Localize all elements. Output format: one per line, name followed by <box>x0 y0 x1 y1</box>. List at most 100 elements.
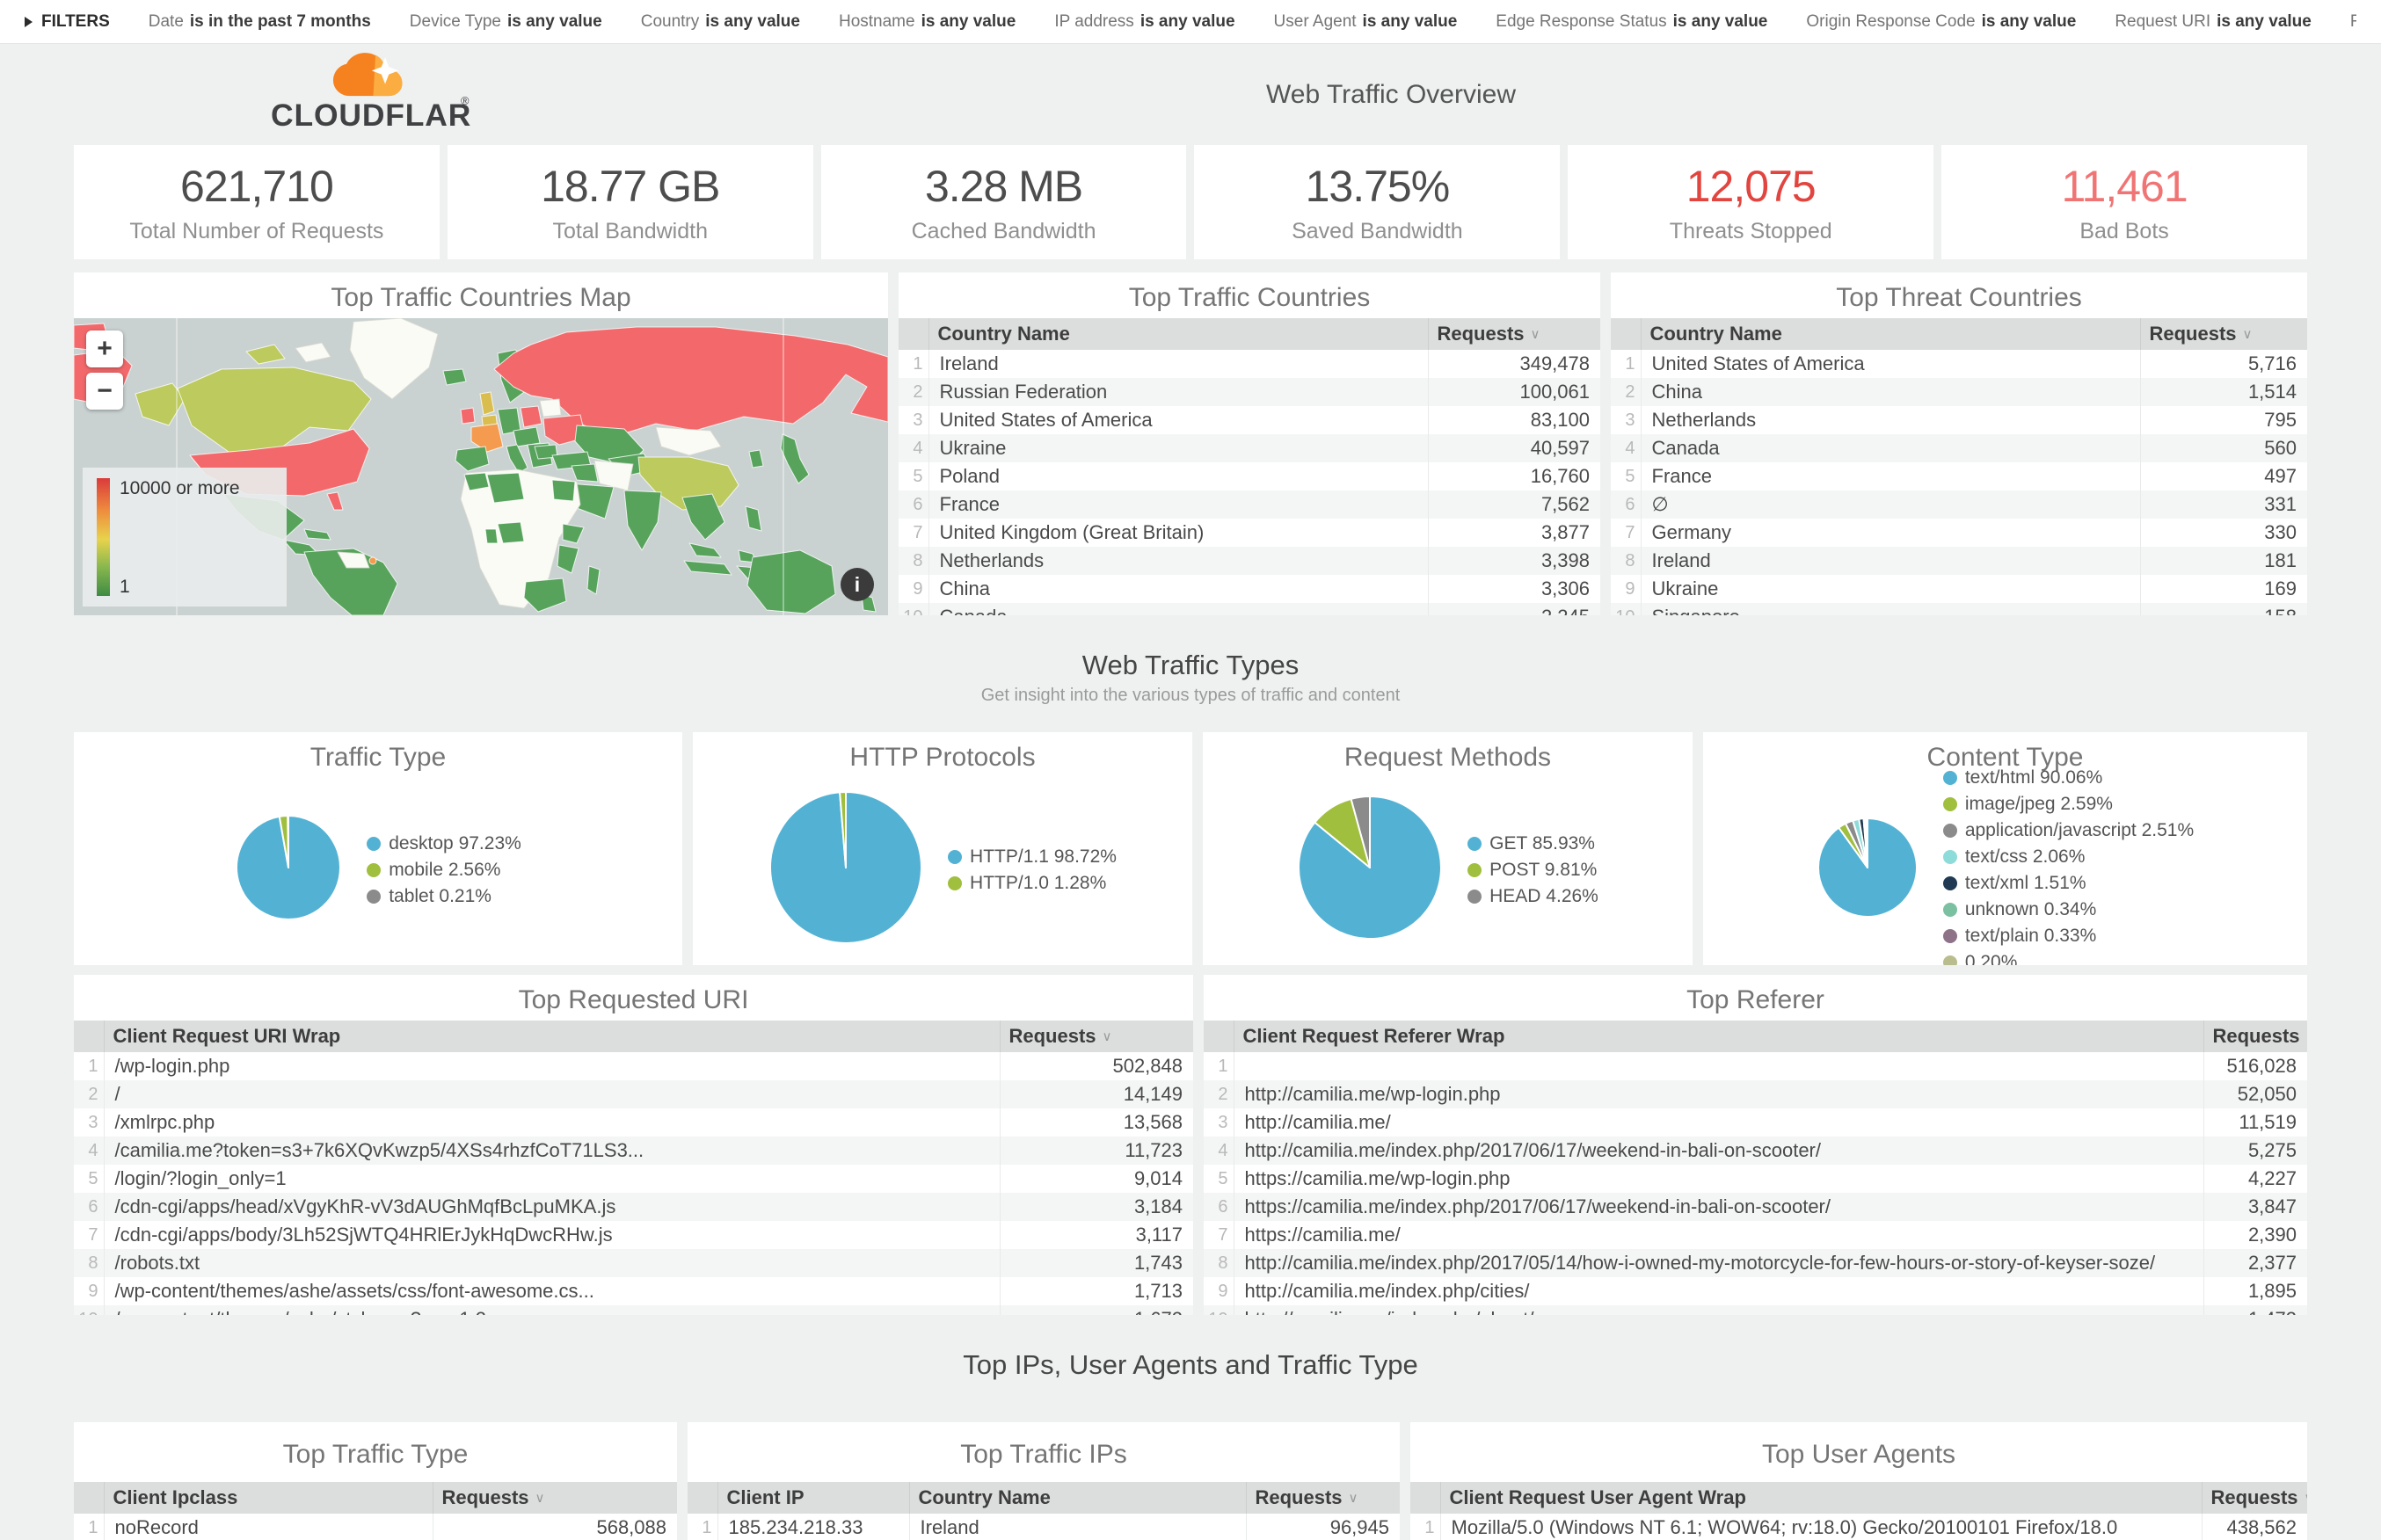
column-header-requests[interactable]: Requests∨ <box>1000 1021 1193 1052</box>
http-protocols-pie-card: HTTP Protocols HTTP/1.1 98.72%HTTP/1.0 1… <box>693 732 1192 965</box>
legend-label: tablet 0.21% <box>389 885 491 907</box>
legend-item: image/jpeg 2.59% <box>1943 793 2194 815</box>
filter-item[interactable]: Countryis any value <box>641 12 800 32</box>
cell: 795 <box>2140 406 2307 434</box>
pie-chart-svg <box>1817 817 1919 919</box>
cell: /xmlrpc.php <box>104 1108 1000 1137</box>
row-index: 2 <box>1204 1080 1234 1108</box>
corner-cell <box>688 1482 717 1514</box>
filter-item[interactable]: RayIDis any value <box>2350 12 2356 32</box>
filter-value: is any value <box>2217 12 2312 31</box>
filter-item[interactable]: IP addressis any value <box>1054 12 1234 32</box>
data-table: Client IPCountry NameRequests∨1185.234.2… <box>688 1482 1400 1540</box>
zoom-out-button[interactable]: − <box>86 373 123 410</box>
column-header-requests[interactable]: Requests∨ <box>2203 1021 2307 1052</box>
column-header-requests[interactable]: Requests∨ <box>2140 318 2307 350</box>
legend-dot-icon <box>1943 903 1957 917</box>
cell: 1,672 <box>1000 1305 1193 1315</box>
cell: /cdn-cgi/apps/head/xVgyKhR-vV3dAUGhMqfBc… <box>104 1193 1000 1221</box>
column-header-client-ipclass: Client Ipclass <box>104 1482 433 1514</box>
table-row: 8http://camilia.me/index.php/2017/05/14/… <box>1204 1249 2307 1277</box>
cell: China <box>928 575 1428 603</box>
info-icon[interactable]: i <box>841 568 874 601</box>
table-header-row: Client IPCountry NameRequests∨ <box>688 1482 1400 1514</box>
cell: http://camilia.me/index.php/2017/05/14/h… <box>1234 1249 2203 1277</box>
top-traffic-ips-table: Client IPCountry NameRequests∨1185.234.2… <box>688 1482 1400 1540</box>
cell: 3,184 <box>1000 1193 1193 1221</box>
content-type-pie-chart <box>1817 817 1919 923</box>
table-row: 8Ireland181 <box>1611 547 2307 575</box>
filter-item[interactable]: Dateis in the past 7 months <box>149 12 371 32</box>
table-row: 3United States of America83,100 <box>899 406 1600 434</box>
table-row: 6/cdn-cgi/apps/head/xVgyKhR-vV3dAUGhMqfB… <box>74 1193 1193 1221</box>
traffic-map-card: Top Traffic Countries Map <box>74 272 888 615</box>
filter-item[interactable]: User Agentis any value <box>1274 12 1458 32</box>
table-row: 2China1,514 <box>1611 378 2307 406</box>
cell: Netherlands <box>1641 406 2140 434</box>
cell: 3,877 <box>1428 519 1600 547</box>
cell: 3,117 <box>1000 1221 1193 1249</box>
stat-label: Cached Bandwidth <box>912 219 1096 244</box>
corner-cell <box>74 1021 104 1052</box>
filters-button-label: FILTERS <box>41 12 110 32</box>
request-methods-pie-card: Request Methods GET 85.93%POST 9.81%HEAD… <box>1203 732 1693 965</box>
zoom-in-button[interactable]: + <box>86 331 123 367</box>
table-row: 2Russian Federation100,061 <box>899 378 1600 406</box>
cell: Netherlands <box>928 547 1428 575</box>
column-header-requests[interactable]: Requests∨ <box>1428 318 1600 350</box>
cell: / <box>104 1080 1000 1108</box>
filter-item[interactable]: Origin Response Codeis any value <box>1806 12 2076 32</box>
filter-item[interactable]: Request URIis any value <box>2115 12 2312 32</box>
cell: https://camilia.me/ <box>1234 1221 2203 1249</box>
cell: Ireland <box>909 1514 1246 1540</box>
row-index: 9 <box>899 575 928 603</box>
cell: Singapore <box>1641 603 2140 615</box>
row-index: 9 <box>1204 1277 1234 1305</box>
row-index: 3 <box>1204 1108 1234 1137</box>
map-area: + − 10000 or more 1 i <box>74 318 888 615</box>
filter-item[interactable]: Device Typeis any value <box>410 12 602 32</box>
row-index: 8 <box>74 1249 104 1277</box>
row-index: 1 <box>74 1052 104 1080</box>
cell: 1,895 <box>2203 1277 2307 1305</box>
table-row: 10/wp-content/themes/ashe/style.css?ver=… <box>74 1305 1193 1315</box>
cell: 438,562 <box>2202 1514 2307 1540</box>
row-index: 1 <box>688 1514 717 1540</box>
row-index: 10 <box>74 1305 104 1315</box>
filter-item[interactable]: Edge Response Statusis any value <box>1496 12 1767 32</box>
section-title: Top IPs, User Agents and Traffic Type <box>0 1350 2381 1380</box>
cell: 331 <box>2140 490 2307 519</box>
table-row: 10Singapore158 <box>1611 603 2307 615</box>
column-header-requests[interactable]: Requests∨ <box>433 1482 677 1514</box>
stat-card: 13.75%Saved Bandwidth <box>1194 145 1560 259</box>
row-index: 5 <box>1611 462 1641 490</box>
stat-label: Total Bandwidth <box>552 219 708 244</box>
cell: http://camilia.me/wp-login.php <box>1234 1080 2203 1108</box>
table-row: 3Netherlands795 <box>1611 406 2307 434</box>
filters-toggle-button[interactable]: FILTERS <box>25 12 110 32</box>
column-header-country-name: Country Name <box>928 318 1428 350</box>
row-index: 6 <box>1611 490 1641 519</box>
card-title: Top Requested URI <box>74 975 1193 1021</box>
table-row: 8Netherlands3,398 <box>899 547 1600 575</box>
legend-dot-icon <box>948 850 962 864</box>
legend-item: desktop 97.23% <box>367 832 521 854</box>
table-row: 9http://camilia.me/index.php/cities/1,89… <box>1204 1277 2307 1305</box>
legend-label: desktop 97.23% <box>389 832 521 854</box>
row-index: 7 <box>1611 519 1641 547</box>
cell: 5,716 <box>2140 350 2307 378</box>
filter-item[interactable]: Hostnameis any value <box>839 12 1016 32</box>
card-title: HTTP Protocols <box>693 732 1192 778</box>
legend-item: text/html 90.06% <box>1943 766 2194 788</box>
table-row: 10Canada2,245 <box>899 603 1600 615</box>
corner-cell <box>1611 318 1641 350</box>
sort-chevron-icon: ∨ <box>1349 1491 1358 1506</box>
table-header-row: Client IpclassRequests∨ <box>74 1482 677 1514</box>
column-header-requests[interactable]: Requests∨ <box>2202 1482 2307 1514</box>
sort-chevron-icon: ∨ <box>1103 1029 1112 1044</box>
column-header-requests[interactable]: Requests∨ <box>1246 1482 1400 1514</box>
legend-label: HTTP/1.1 98.72% <box>970 846 1117 868</box>
cell: Russian Federation <box>928 378 1428 406</box>
table-row: 6∅331 <box>1611 490 2307 519</box>
cloudflare-logo: CLOUDFLARE ® <box>271 51 471 136</box>
